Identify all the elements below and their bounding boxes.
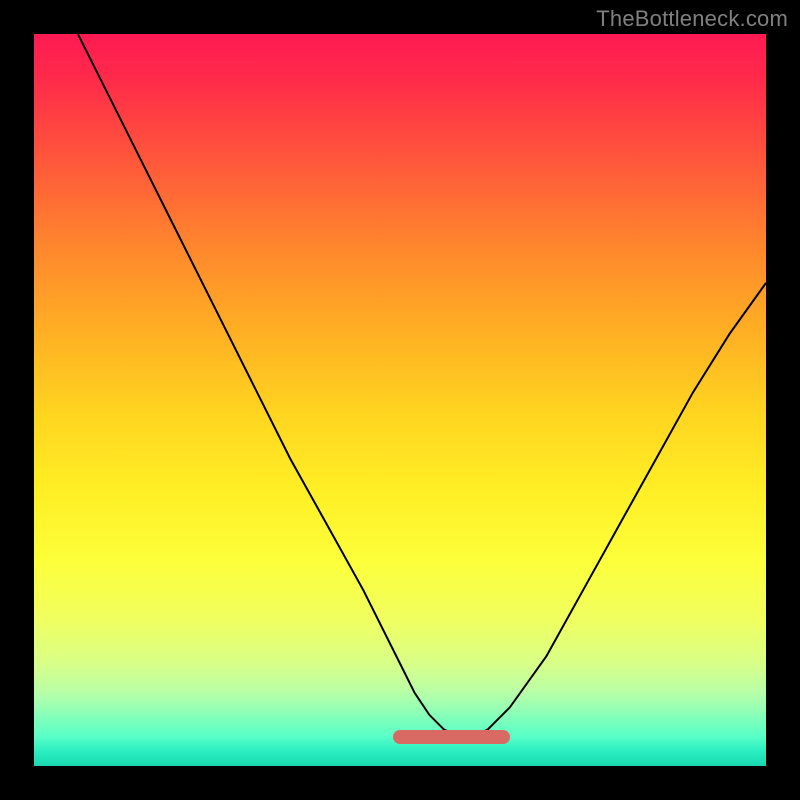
plot-area bbox=[34, 34, 766, 766]
optimal-range-marker bbox=[393, 730, 510, 744]
watermark-text: TheBottleneck.com bbox=[596, 6, 788, 32]
bottleneck-curve bbox=[78, 34, 766, 737]
curve-svg bbox=[34, 34, 766, 766]
